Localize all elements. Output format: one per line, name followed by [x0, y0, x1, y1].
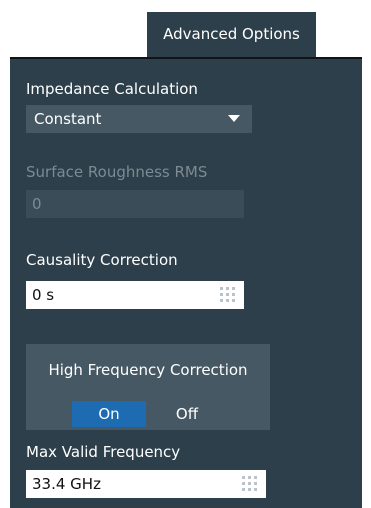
high-frequency-correction-label: High Frequency Correction: [48, 361, 248, 379]
max-valid-frequency-label: Max Valid Frequency: [26, 443, 181, 461]
causality-correction-value: 0 s: [32, 286, 55, 304]
advanced-options-panel: Impedance Calculation Constant Surface R…: [10, 57, 362, 508]
causality-correction-field[interactable]: 0 s: [26, 281, 244, 309]
surface-roughness-label: Surface Roughness RMS: [26, 163, 208, 181]
max-valid-frequency-value: 33.4 GHz: [32, 475, 101, 493]
high-frequency-correction-group: High Frequency Correction On Off: [26, 344, 270, 430]
impedance-calculation-label: Impedance Calculation: [26, 80, 198, 98]
max-valid-frequency-field[interactable]: 33.4 GHz: [26, 470, 266, 498]
causality-correction-label: Causality Correction: [26, 251, 178, 269]
surface-roughness-value: 0: [32, 195, 42, 213]
impedance-calculation-value: Constant: [34, 110, 102, 128]
keypad-icon[interactable]: [242, 476, 258, 492]
tab-advanced-options[interactable]: Advanced Options: [147, 12, 316, 57]
keypad-icon[interactable]: [220, 287, 236, 303]
chevron-down-icon: [228, 115, 240, 122]
hfc-on-button[interactable]: On: [72, 401, 146, 427]
surface-roughness-field: 0: [26, 190, 244, 218]
impedance-calculation-dropdown[interactable]: Constant: [26, 105, 252, 133]
hfc-off-button[interactable]: Off: [150, 401, 224, 427]
